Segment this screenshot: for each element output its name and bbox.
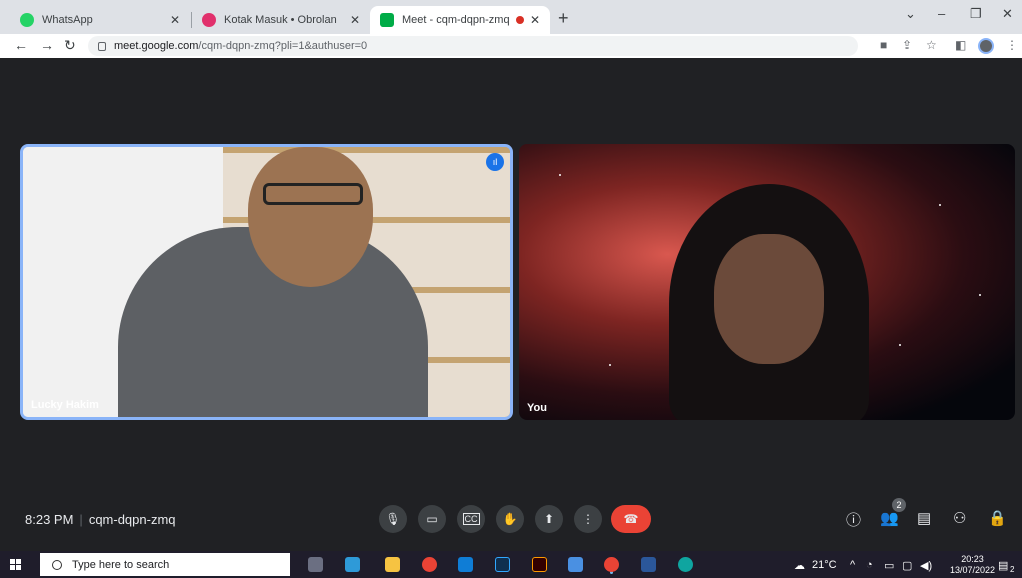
star — [899, 344, 901, 346]
mail-icon[interactable] — [458, 557, 473, 572]
battery-icon[interactable]: ▭ — [884, 559, 894, 572]
restore-button[interactable]: ❐ — [970, 6, 982, 22]
temperature[interactable]: 21°C — [812, 559, 837, 571]
notification-count: 2 — [1010, 565, 1015, 574]
back-button[interactable]: ← — [14, 37, 28, 53]
meet-icon — [380, 13, 394, 27]
chrome-icon[interactable] — [422, 557, 437, 572]
participant-name: You — [527, 402, 547, 414]
profile-avatar[interactable] — [978, 38, 994, 54]
reload-button[interactable]: ↻ — [64, 37, 76, 54]
minimize-button[interactable]: – — [938, 6, 945, 21]
instagram-icon — [202, 13, 216, 27]
close-tab-icon[interactable]: ✕ — [530, 13, 540, 27]
notification-center-icon[interactable]: ▤ — [998, 559, 1008, 572]
app-icon[interactable] — [568, 557, 583, 572]
menu-kebab-icon[interactable]: ⋮ — [1006, 38, 1018, 52]
participant-tile-lucky-hakim[interactable]: ıl Lucky Hakim — [20, 144, 513, 420]
recording-indicator-icon — [515, 16, 524, 24]
weather-icon[interactable]: ☁ — [794, 559, 805, 572]
meeting-time: 8:23 PM — [25, 512, 74, 527]
microphone-icon: 🎙 — [385, 512, 401, 526]
present-button[interactable]: ⬆ — [535, 505, 563, 533]
network-icon[interactable]: ◔ — [866, 559, 873, 571]
side-panel-icon[interactable]: ◧ — [955, 38, 966, 52]
participant-face — [714, 234, 824, 364]
address-bar[interactable]: meet.google.com/cqm-dqpn-zmq?pli=1&authu… — [88, 36, 858, 56]
volume-icon[interactable]: ◀) — [920, 559, 932, 572]
host-controls-button[interactable]: 🔒 — [988, 509, 1007, 527]
clock-time: 20:23 — [961, 554, 984, 564]
windows-start-icon[interactable] — [10, 559, 21, 570]
chrome-active-icon[interactable] — [604, 557, 619, 572]
browser-toolbar: ← → ↻ meet.google.com/cqm-dqpn-zmq?pli=1… — [0, 34, 1022, 58]
star — [559, 174, 561, 176]
people-button[interactable]: 👥 — [880, 509, 899, 527]
more-options-button[interactable]: ⋮ — [574, 505, 602, 533]
divider: | — [79, 512, 83, 527]
forward-button[interactable]: → — [40, 37, 54, 53]
taskbar-search-input[interactable]: Type here to search — [40, 553, 290, 576]
end-call-icon: ☎ — [623, 512, 639, 526]
edge-icon[interactable] — [678, 557, 693, 572]
bookmark-star-icon[interactable]: ☆ — [926, 38, 937, 52]
star — [979, 294, 981, 296]
people-icon: 👥 — [880, 510, 899, 527]
participant-tile-you[interactable]: You — [519, 144, 1015, 420]
participant-name: Lucky Hakim — [31, 399, 99, 411]
task-view-icon[interactable] — [308, 557, 323, 572]
more-vert-icon: ⋮ — [582, 512, 594, 526]
show-hidden-icons[interactable]: ^ — [850, 559, 855, 571]
close-tab-icon[interactable]: ✕ — [350, 13, 360, 27]
search-icon — [52, 559, 62, 570]
illustrator-icon[interactable] — [532, 557, 547, 572]
leave-call-button[interactable]: ☎ — [611, 505, 651, 533]
close-tab-icon[interactable]: ✕ — [170, 13, 180, 27]
store-icon[interactable] — [345, 557, 360, 572]
chat-icon: ▤ — [917, 510, 932, 527]
star — [609, 364, 611, 366]
display-icon[interactable]: ▢ — [902, 559, 912, 572]
system-clock[interactable]: 20:23 13/07/2022 — [950, 554, 995, 576]
photoshop-icon[interactable] — [495, 557, 510, 572]
meet-stage: ıl Lucky Hakim You 8:23 PM | cqm-dqpn-zmq … — [0, 58, 1022, 546]
file-explorer-icon[interactable] — [385, 557, 400, 572]
meeting-info-button[interactable]: ⓘ — [846, 509, 861, 530]
microphone-button[interactable]: 🎙 — [379, 505, 407, 533]
hand-icon: ✋ — [502, 512, 518, 526]
activities-icon: ⚇ — [953, 510, 967, 527]
share-icon[interactable]: ⇪ — [902, 38, 912, 52]
word-icon[interactable] — [641, 557, 656, 572]
meeting-details: 8:23 PM | cqm-dqpn-zmq — [25, 512, 176, 527]
star — [939, 204, 941, 206]
windows-taskbar: Type here to search ☁ 21°C ^ ◔ ▭ ▢ ◀) 20… — [0, 551, 1022, 578]
lock-icon — [98, 41, 106, 51]
meeting-code: cqm-dqpn-zmq — [88, 512, 176, 527]
chat-button[interactable]: ▤ — [917, 509, 931, 527]
activities-button[interactable]: ⚇ — [953, 509, 966, 527]
screen: WhatsApp ✕ Kotak Masuk • Obrolan ✕ Meet … — [0, 0, 1022, 578]
tab-whatsapp[interactable]: WhatsApp ✕ — [10, 6, 190, 34]
raise-hand-button[interactable]: ✋ — [496, 505, 524, 533]
camera-button[interactable]: ▭ — [418, 505, 446, 533]
speaking-indicator-icon: ıl — [486, 153, 504, 171]
captions-button[interactable]: CC — [457, 505, 485, 533]
participant-head — [248, 147, 373, 287]
tab-meet[interactable]: Meet - cqm-dqpn-zmq ✕ — [370, 6, 550, 34]
glasses — [263, 183, 363, 205]
present-screen-icon: ⬆ — [543, 512, 555, 526]
search-placeholder: Type here to search — [72, 558, 170, 571]
lock-person-icon: 🔒 — [988, 510, 1007, 527]
clock-date: 13/07/2022 — [950, 565, 996, 575]
camera-in-use-icon[interactable]: ■ — [880, 38, 887, 52]
video-camera-icon: ▭ — [426, 512, 438, 526]
tab-instagram[interactable]: Kotak Masuk • Obrolan ✕ — [192, 6, 370, 34]
browser-tab-strip: WhatsApp ✕ Kotak Masuk • Obrolan ✕ Meet … — [0, 0, 1022, 34]
new-tab-button[interactable]: + — [558, 8, 569, 29]
chevron-down-icon[interactable]: ⌄ — [905, 6, 916, 22]
close-window-button[interactable]: ✕ — [1002, 6, 1013, 22]
captions-icon: CC — [462, 513, 480, 525]
info-icon: ⓘ — [846, 512, 862, 529]
whatsapp-icon — [20, 13, 34, 27]
